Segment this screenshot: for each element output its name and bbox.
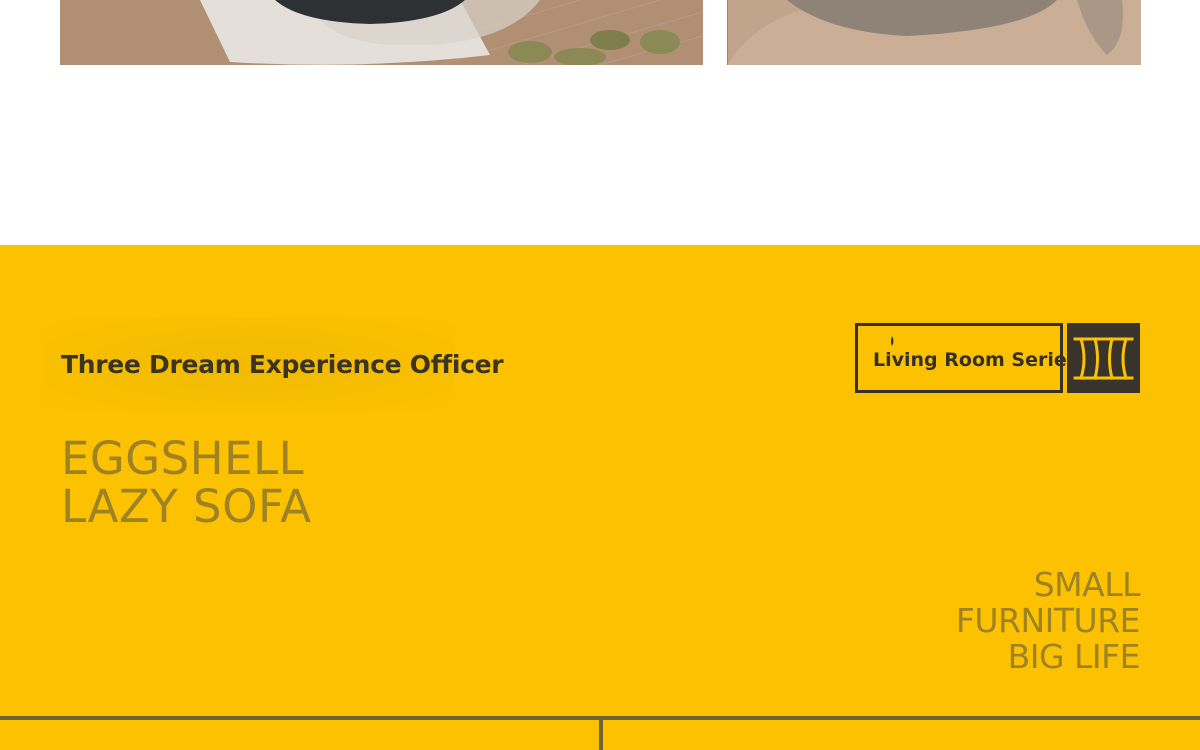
page: Three Dream Experience Officer EGGSHELL … <box>0 0 1200 750</box>
series-label: Living Room Series <box>873 349 1079 371</box>
series-icon-button[interactable] <box>1067 323 1140 393</box>
officer-title: Three Dream Experience Officer <box>61 350 504 379</box>
slogan-line-2: FURNITURE <box>955 601 1141 640</box>
slippers-and-bowl-image <box>60 0 703 65</box>
flame-mark-icon <box>891 336 894 346</box>
headline-line-1: EGGSHELL <box>61 432 305 485</box>
officer-title-block: Three Dream Experience Officer <box>45 317 504 413</box>
slogan-line-1: SMALL <box>1033 565 1141 604</box>
chair-photo <box>727 0 1141 65</box>
headline-line-2: LAZY SOFA <box>61 480 312 533</box>
chair-image <box>727 0 1141 65</box>
slogan-line-3: BIG LIFE <box>1007 637 1141 676</box>
product-headline: EGGSHELL LAZY SOFA <box>61 435 312 531</box>
slippers-photo <box>60 0 703 65</box>
living-room-series-button[interactable]: Living Room Series <box>855 323 1078 393</box>
vertical-divider <box>599 716 603 750</box>
product-banner: Three Dream Experience Officer EGGSHELL … <box>0 245 1200 750</box>
furniture-pillars-icon <box>1073 337 1134 380</box>
slogan: SMALL FURNITURE BIG LIFE <box>955 565 1141 676</box>
